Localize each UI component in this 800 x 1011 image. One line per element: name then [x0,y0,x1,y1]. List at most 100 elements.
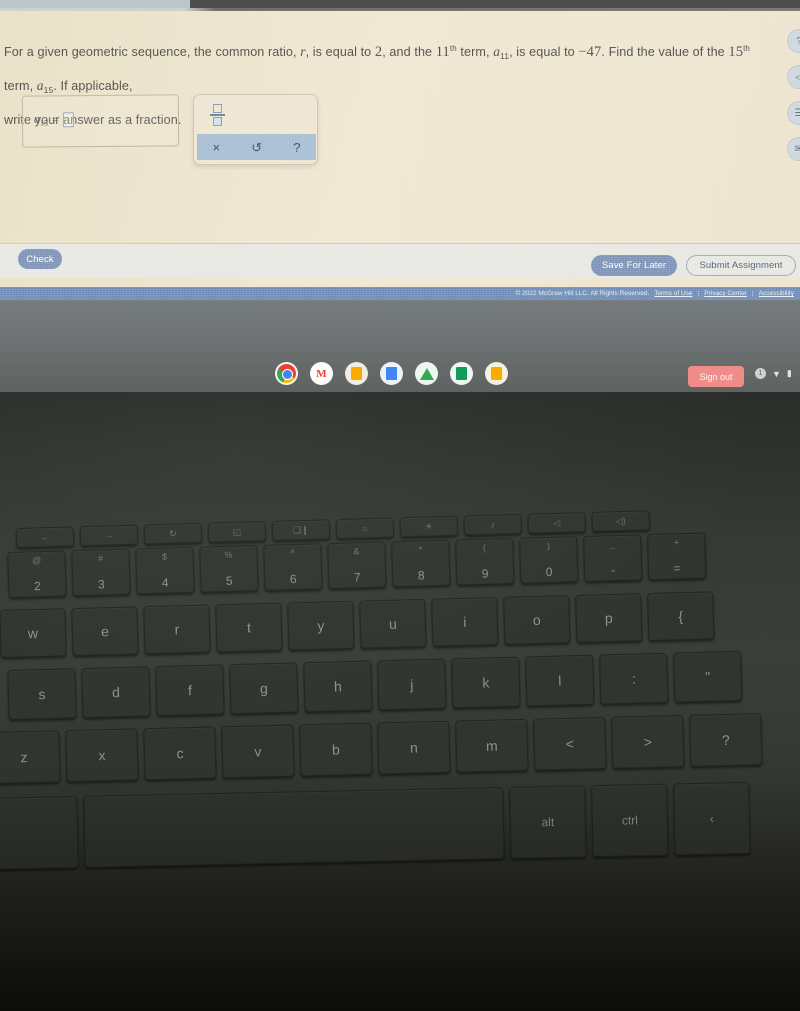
key-x[interactable]: x [65,728,139,783]
keyboard-space-row: alt ctrl ‹ [0,781,757,870]
key-t[interactable]: t [215,602,283,653]
fraction-bar [209,114,225,116]
undo-key[interactable]: ↺ [251,141,262,154]
google-classroom-icon[interactable] [485,362,508,385]
key-0[interactable]: ) 0 [519,536,579,584]
key-b[interactable]: b [299,722,373,777]
key-p[interactable]: p [575,593,643,643]
sign-out-button[interactable]: Sign out [688,366,744,387]
key--[interactable]: _ - [583,534,643,582]
problem-line1-h: . If applicable, [53,79,133,94]
fraction-template-button[interactable] [207,102,227,128]
key-o[interactable]: o [503,595,571,645]
math-palette-controls: × ↺ ? [197,134,316,160]
key-9[interactable]: (9 [455,537,515,586]
google-drive-icon[interactable] [415,362,438,385]
key-ctrl[interactable]: ctrl [591,783,669,858]
clear-key[interactable]: × [213,141,221,154]
key-3[interactable]: #3 [71,548,131,597]
problem-line1-e: , is equal to [509,45,579,60]
key-alt[interactable]: alt [509,785,587,859]
key-m[interactable]: m [455,718,529,773]
key-volume-down[interactable]: ◁ [527,512,587,534]
key-overview[interactable]: ❑❙ [271,519,331,541]
help-circle-icon[interactable]: ? [787,29,800,53]
footer-separator-2: | [751,290,754,297]
key-arrow-left[interactable]: ‹ [673,781,751,856]
key-shift-left[interactable] [0,795,79,870]
term-index-15: 15 [728,44,744,61]
key-forward[interactable]: → [79,524,139,547]
key-j[interactable]: j [377,658,447,711]
key-c[interactable]: c [143,726,217,781]
key-volume-up[interactable]: ◁) [591,510,651,532]
key-s[interactable]: s [7,668,77,720]
help-key[interactable]: ? [293,141,300,154]
key-y[interactable]: y [287,600,355,651]
answer-empty-slot[interactable] [62,111,74,127]
key-n[interactable]: n [377,720,451,775]
gmail-icon[interactable]: M [310,362,333,385]
footer-separator-1: | [697,290,700,297]
save-for-later-button[interactable]: Save For Later [591,255,677,276]
key-4[interactable]: $4 [135,546,195,595]
question-mark-icon[interactable]: ◁ [787,65,800,89]
key-l[interactable]: l [525,654,595,707]
answer-input-box[interactable]: a15 = [21,94,180,148]
shelf-app-icons: M [275,362,508,385]
google-sheets-icon[interactable] [450,362,473,385]
action-bar: Check Save For Later Submit Assignment [0,243,800,278]
privacy-center-link[interactable]: Privacy Center [704,290,747,297]
notes-icon[interactable]: ☰ [787,101,800,125]
accessibility-link[interactable]: Accessibility [759,290,794,297]
battery-icon[interactable]: ▮ [787,368,792,379]
key->[interactable]: > [611,715,685,769]
key-w[interactable]: w [0,608,67,658]
wifi-icon[interactable]: ▼ [772,369,781,379]
key-u[interactable]: u [359,598,427,649]
key-7[interactable]: & 7 [327,541,387,590]
key-brightness-up[interactable]: ☀ [399,515,459,538]
key-5[interactable]: % 5 [199,545,259,593]
key-f[interactable]: f [155,664,225,717]
key-fullscreen[interactable]: ◱ [207,521,267,543]
status-tray[interactable]: 1 ▼ ▮ [755,368,792,379]
key-2[interactable]: @2 [7,550,67,598]
check-button[interactable]: Check [18,249,62,269]
key-g[interactable]: g [229,662,299,715]
key-{[interactable]: { [647,591,715,642]
key-brightness-down[interactable]: ☼ [335,517,395,540]
mail-icon[interactable]: ✉ [787,137,800,161]
key-z[interactable]: z [0,730,61,784]
key-v[interactable]: v [221,724,295,779]
keyboard-qwerty-row: w e r t y u i o p{ [0,591,720,658]
answer-label: a15 [33,111,49,128]
problem-line1-d: term, [456,45,494,60]
key-space[interactable] [83,787,505,868]
aleks-problem-page: For a given geometric sequence, the comm… [0,11,800,300]
key-?[interactable]: ? [689,713,763,767]
key-h[interactable]: h [303,660,373,713]
submit-assignment-button[interactable]: Submit Assignment [686,255,796,276]
key-=[interactable]: + = [647,532,707,581]
key-back[interactable]: ← [15,526,75,548]
key-e[interactable]: e [71,606,139,657]
key-6[interactable]: ^ 6 [263,543,323,591]
key-mute[interactable]: ♪ [463,513,523,536]
terms-of-use-link[interactable]: Terms of Use [654,290,692,297]
key-:[interactable]: : [599,652,669,705]
key-d[interactable]: d [81,666,151,719]
key-reload[interactable]: ↻ [143,522,203,545]
equals-sign: = [51,111,59,126]
google-docs-icon[interactable] [380,362,403,385]
key-i[interactable]: i [431,596,499,647]
account-icon[interactable]: 1 [755,368,766,379]
chrome-icon[interactable] [275,362,298,385]
key-r[interactable]: r [143,604,211,655]
key-"[interactable]: " [673,650,743,703]
key-<[interactable]: < [533,716,607,771]
key-k[interactable]: k [451,656,521,709]
page-footer: © 2022 McGraw Hill LLC. All Rights Reser… [0,287,800,300]
google-slides-icon[interactable] [345,362,368,385]
key-8[interactable]: * 8 [391,539,451,588]
